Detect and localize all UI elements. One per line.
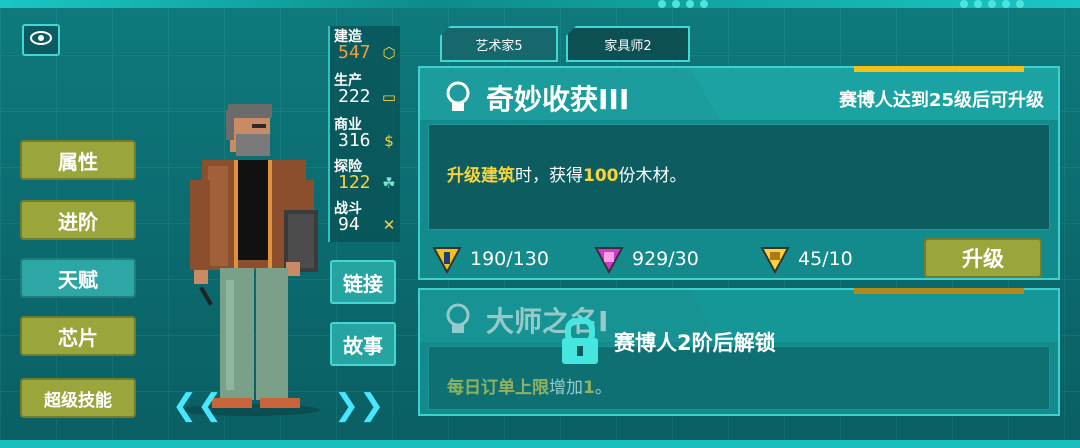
stat-value: 94: [338, 214, 360, 235]
talent-title: 奇妙收获III: [486, 83, 630, 116]
desc-text: 增加: [549, 378, 583, 398]
menu-talent-button[interactable]: 天赋: [20, 258, 136, 298]
stat-build: 建造 547 ⬡: [334, 26, 396, 63]
talent-body: 升级建筑时，获得100份木材。: [428, 124, 1050, 230]
screen-icon: ▭: [381, 88, 397, 106]
next-character-button[interactable]: ❯❯: [334, 388, 384, 423]
top-dots-right: [960, 0, 1024, 8]
talent-card-1: 奇妙收获III 赛博人达到25级后可升级 升级建筑时，获得100份木材。 190…: [418, 66, 1060, 280]
bottom-frame: [0, 440, 1080, 448]
desc-highlight-number: 1: [583, 378, 595, 398]
lightbulb-icon: [446, 81, 470, 111]
desc-text-end: 。: [594, 378, 612, 398]
resource-3: 45/10: [760, 244, 853, 274]
stat-value: 547: [338, 42, 371, 63]
stat-explore: 探险 122 ☘: [334, 156, 396, 193]
cube-icon: ⬡: [382, 44, 396, 62]
resource-purple-icon: [594, 247, 624, 274]
resource-1: 190/130: [432, 244, 549, 274]
stat-value: 222: [338, 86, 371, 107]
stat-production: 生产 222 ▭: [334, 70, 396, 107]
resource-gold-icon: [432, 247, 462, 274]
stat-value: 316: [338, 130, 371, 151]
lock-overlay: 赛博人2阶后解锁: [560, 318, 776, 366]
resource-crown-icon: [760, 247, 790, 274]
desc-highlight-number: 100: [583, 166, 619, 186]
menu-advance-button[interactable]: 进阶: [20, 200, 136, 240]
eye-icon: [30, 31, 52, 45]
prev-character-button[interactable]: ❮❮: [172, 388, 222, 423]
resource-value: 45/10: [798, 248, 853, 270]
menu-attributes-button[interactable]: 属性: [20, 140, 136, 180]
talent-requirement: 赛博人达到25级后可升级: [838, 90, 1044, 111]
tab-furniture[interactable]: 家具师2: [566, 26, 690, 62]
menu-chip-button[interactable]: 芯片: [20, 316, 136, 356]
swords-icon: ✕: [382, 216, 396, 234]
menu-super-skill-button[interactable]: 超级技能: [20, 378, 136, 418]
resource-2: 929/30: [594, 244, 699, 274]
talent-description: 每日订单上限增加1。: [447, 373, 612, 398]
top-frame: [0, 0, 1080, 8]
desc-text-end: 份木材。: [618, 166, 687, 186]
footprint-icon: ☘: [382, 174, 396, 192]
resource-value: 929/30: [632, 248, 699, 270]
top-dots-center: [658, 0, 708, 8]
eye-toggle-button[interactable]: [22, 24, 60, 56]
desc-highlight: 升级建筑: [447, 166, 515, 186]
story-button[interactable]: 故事: [330, 322, 396, 366]
stat-commerce: 商业 316 $: [334, 114, 394, 151]
lock-text: 赛博人2阶后解锁: [614, 331, 776, 355]
resource-value: 190/130: [470, 248, 549, 270]
link-button[interactable]: 链接: [330, 260, 396, 304]
tab-artist[interactable]: 艺术家5: [440, 26, 558, 62]
card-accent: [854, 288, 1024, 294]
card-accent: [854, 66, 1024, 72]
desc-text: 时，获得: [515, 166, 583, 186]
character-portrait: [160, 90, 330, 420]
stats-panel: 建造 547 ⬡ 生产 222 ▭ 商业 316 $ 探险 122 ☘ 战斗 9…: [328, 26, 400, 242]
upgrade-button[interactable]: 升级: [924, 238, 1042, 278]
coin-icon: $: [384, 132, 394, 150]
lock-icon: [562, 318, 598, 364]
stat-combat: 战斗 94 ✕: [334, 198, 395, 235]
desc-highlight: 每日订单上限: [447, 378, 549, 398]
lightbulb-icon: [446, 303, 470, 333]
talent-description: 升级建筑时，获得100份木材。: [447, 161, 687, 186]
stat-value: 122: [338, 172, 371, 193]
